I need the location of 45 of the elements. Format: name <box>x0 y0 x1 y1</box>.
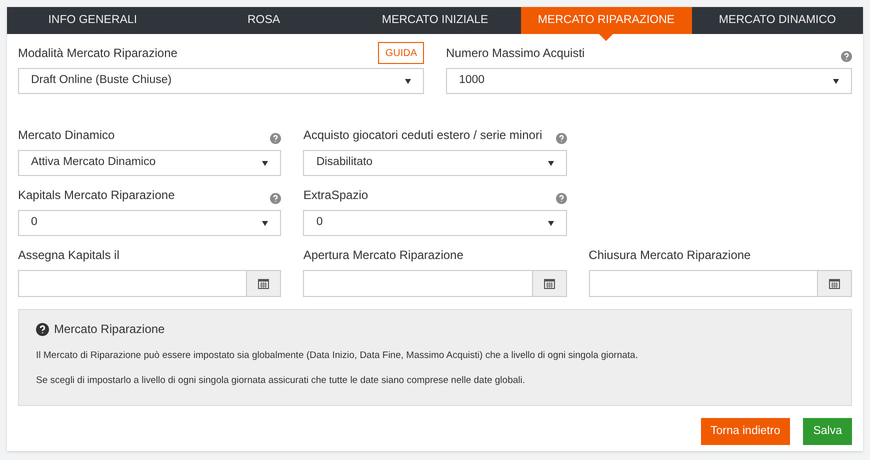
calendar-icon <box>829 278 840 288</box>
info-text: Il Mercato di Riparazione può essere impostato sia globalmente (Data Inizio, Data Fine, Massimo Acquisti) che a livello di ogni singola giornata. <box>36 349 639 363</box>
select-field[interactable]: 0 <box>303 210 567 236</box>
select-field[interactable]: Disabilitato <box>303 150 567 176</box>
tab-pointer <box>599 34 614 41</box>
caret-icon <box>405 78 411 84</box>
calendar-button[interactable] <box>818 270 852 297</box>
date-field[interactable] <box>18 270 248 297</box>
caret-icon <box>262 160 268 166</box>
date-field[interactable] <box>303 270 533 297</box>
help-icon <box>36 322 49 336</box>
tab[interactable]: MERCATO INIZIALE <box>349 7 521 34</box>
info-title: Mercato Riparazione <box>54 321 165 338</box>
select-field[interactable]: Draft Online (Buste Chiuse) <box>18 68 424 94</box>
date-field[interactable] <box>588 270 818 297</box>
help-icon[interactable] <box>556 193 567 204</box>
caret-icon <box>548 160 554 166</box>
select-field[interactable]: 1000 <box>446 68 852 94</box>
help-icon[interactable] <box>556 133 567 144</box>
tab[interactable]: ROSA <box>178 7 350 34</box>
tab[interactable]: MERCATO DINAMICO <box>692 7 864 34</box>
tab[interactable]: INFO GENERALI <box>7 7 178 34</box>
field-label: ExtraSpazio <box>303 187 368 204</box>
field-label: Numero Massimo Acquisti <box>446 45 585 62</box>
caret-icon <box>833 78 839 84</box>
help-icon[interactable] <box>270 133 282 144</box>
save-button[interactable]: Salva <box>803 418 852 445</box>
field-label: Acquisto giocatori ceduti estero / serie minori <box>303 127 542 144</box>
select-field[interactable]: Attiva Mercato Dinamico <box>18 150 282 176</box>
info-text: Se scegli di impostarlo a livello di ogni singola giornata assicurati che tutte le date siano comprese nelle date globali. <box>36 374 526 388</box>
calendar-icon <box>258 278 270 288</box>
field-label: Modalità Mercato Riparazione <box>18 45 178 62</box>
calendar-button[interactable] <box>532 270 567 297</box>
field-label: Kapitals Mercato Riparazione <box>18 187 175 204</box>
field-label: Chiusura Mercato Riparazione <box>588 247 751 264</box>
caret-icon <box>548 220 554 226</box>
help-icon[interactable] <box>270 193 282 204</box>
help-icon[interactable] <box>841 51 852 62</box>
field-label: Assegna Kapitals il <box>18 247 120 264</box>
field-label: Apertura Mercato Riparazione <box>303 247 464 264</box>
calendar-button[interactable] <box>247 270 282 297</box>
field-label: Mercato Dinamico <box>18 127 115 144</box>
select-field[interactable]: 0 <box>18 210 282 236</box>
calendar-icon <box>544 278 555 288</box>
caret-icon <box>262 220 268 226</box>
